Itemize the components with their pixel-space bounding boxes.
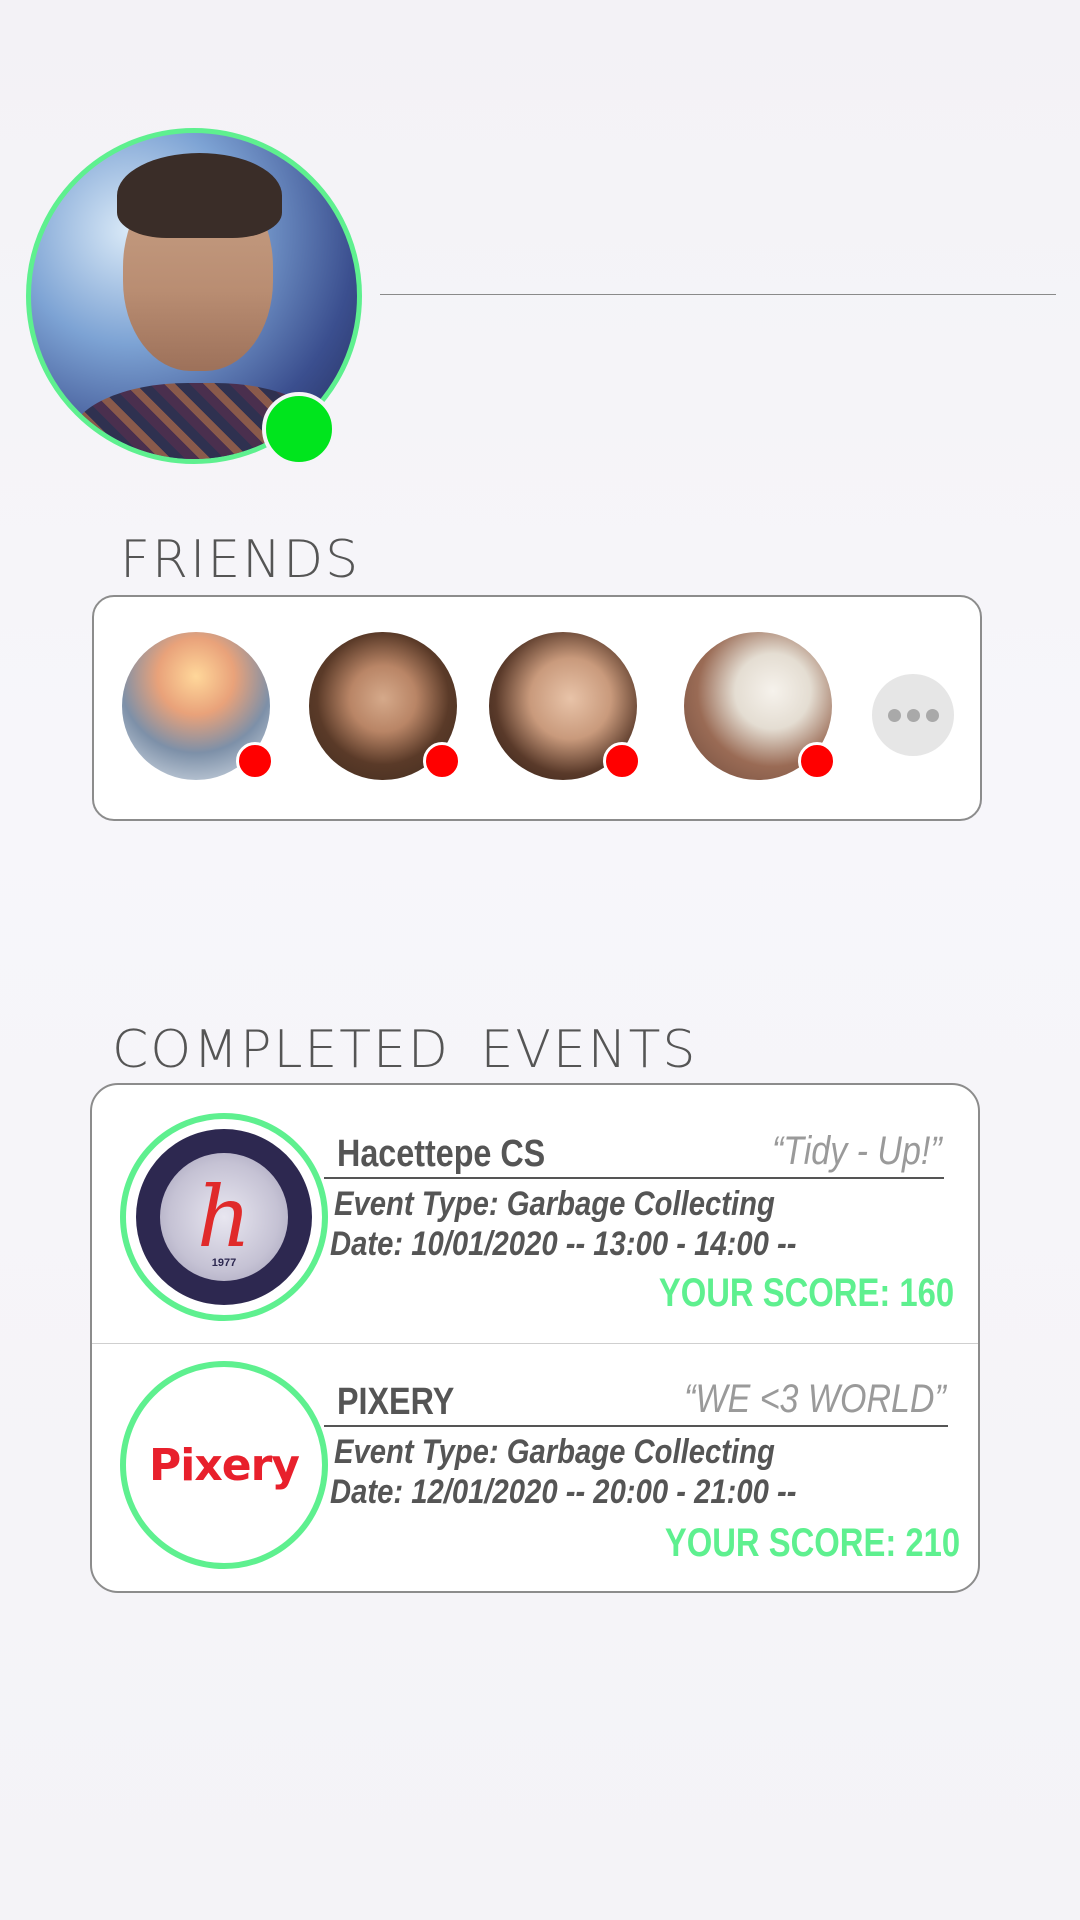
friend-avatar[interactable]	[489, 632, 641, 780]
event-date: Date: 12/01/2020 -- 20:00 - 21:00 --	[330, 1473, 797, 1511]
pixery-logo[interactable]: Pixery	[120, 1361, 328, 1569]
ellipsis-icon	[906, 708, 920, 722]
event-type: Event Type: Garbage Collecting	[334, 1185, 775, 1223]
pixery-wordmark: Pixery	[149, 1439, 300, 1491]
friend-avatar[interactable]	[684, 632, 836, 780]
event-name[interactable]: Hacettepe CS	[337, 1133, 545, 1176]
online-status-icon	[262, 392, 336, 466]
friends-title: FRIENDS	[120, 530, 361, 590]
ellipsis-icon	[925, 708, 939, 722]
offline-status-icon	[423, 742, 461, 780]
friends-list	[92, 595, 982, 821]
event-type: Event Type: Garbage Collecting	[334, 1433, 775, 1471]
avatar-hair	[117, 153, 282, 238]
hacettepe-seal-icon: h 1977	[136, 1129, 312, 1305]
completed-events-list: h 1977 Hacettepe CS “Tidy - Up!” Event T…	[90, 1083, 980, 1593]
event-date: Date: 10/01/2020 -- 13:00 - 14:00 --	[330, 1225, 797, 1263]
event-score: YOUR SCORE: 160	[658, 1271, 954, 1315]
hacettepe-logo[interactable]: h 1977	[120, 1113, 328, 1321]
offline-status-icon	[798, 742, 836, 780]
event-underline	[324, 1425, 948, 1427]
ellipsis-icon	[887, 708, 901, 722]
friend-avatar[interactable]	[309, 632, 461, 780]
offline-status-icon	[603, 742, 641, 780]
seal-year: 1977	[211, 1257, 237, 1269]
event-underline	[324, 1177, 944, 1179]
event-name[interactable]: PIXERY	[337, 1381, 454, 1424]
event-score: YOUR SCORE: 210	[664, 1521, 960, 1565]
offline-status-icon	[236, 742, 274, 780]
event-slogan: “Tidy - Up!”	[772, 1129, 942, 1173]
event-slogan: “WE <3 WORLD”	[684, 1377, 946, 1421]
more-friends-button[interactable]	[872, 674, 954, 756]
profile-divider	[380, 294, 1056, 295]
event-divider	[92, 1343, 978, 1344]
completed-events-title: COMPLETED EVENTS	[112, 1020, 698, 1080]
friend-avatar[interactable]	[122, 632, 274, 780]
